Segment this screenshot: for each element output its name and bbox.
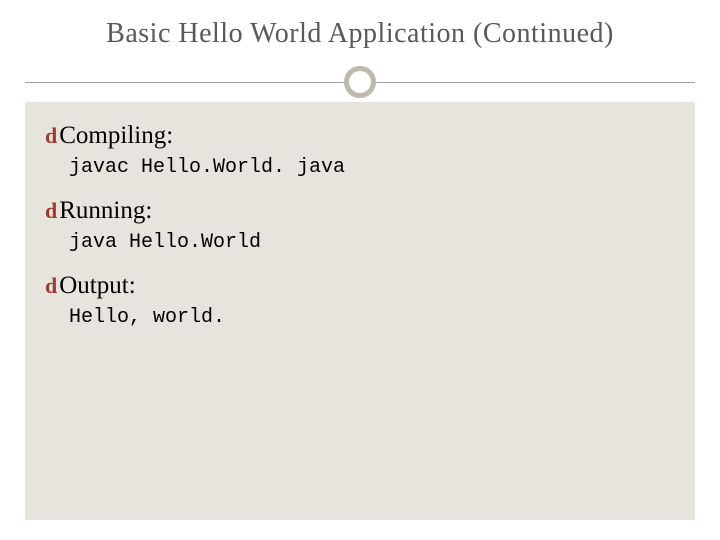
bullet-item: d Running: — [45, 197, 675, 225]
title-area: Basic Hello World Application (Continued… — [0, 0, 720, 58]
slide-title: Basic Hello World Application (Continued… — [30, 18, 690, 50]
bullet-icon: d — [45, 123, 57, 149]
code-text: Hello, world. — [69, 306, 675, 329]
bullet-heading: Running: — [59, 197, 152, 225]
bullet-heading: Output: — [59, 272, 135, 300]
title-divider — [0, 62, 720, 102]
bullet-heading: Compiling: — [59, 122, 173, 150]
content-area: d Compiling: javac Hello.World. java d R… — [25, 102, 695, 520]
code-text: javac Hello.World. java — [69, 156, 675, 179]
divider-circle-icon — [344, 66, 376, 98]
bullet-icon: d — [45, 198, 57, 224]
bullet-item: d Output: — [45, 272, 675, 300]
code-text: java Hello.World — [69, 231, 675, 254]
slide-container: Basic Hello World Application (Continued… — [0, 0, 720, 540]
bullet-icon: d — [45, 273, 57, 299]
bullet-item: d Compiling: — [45, 122, 675, 150]
